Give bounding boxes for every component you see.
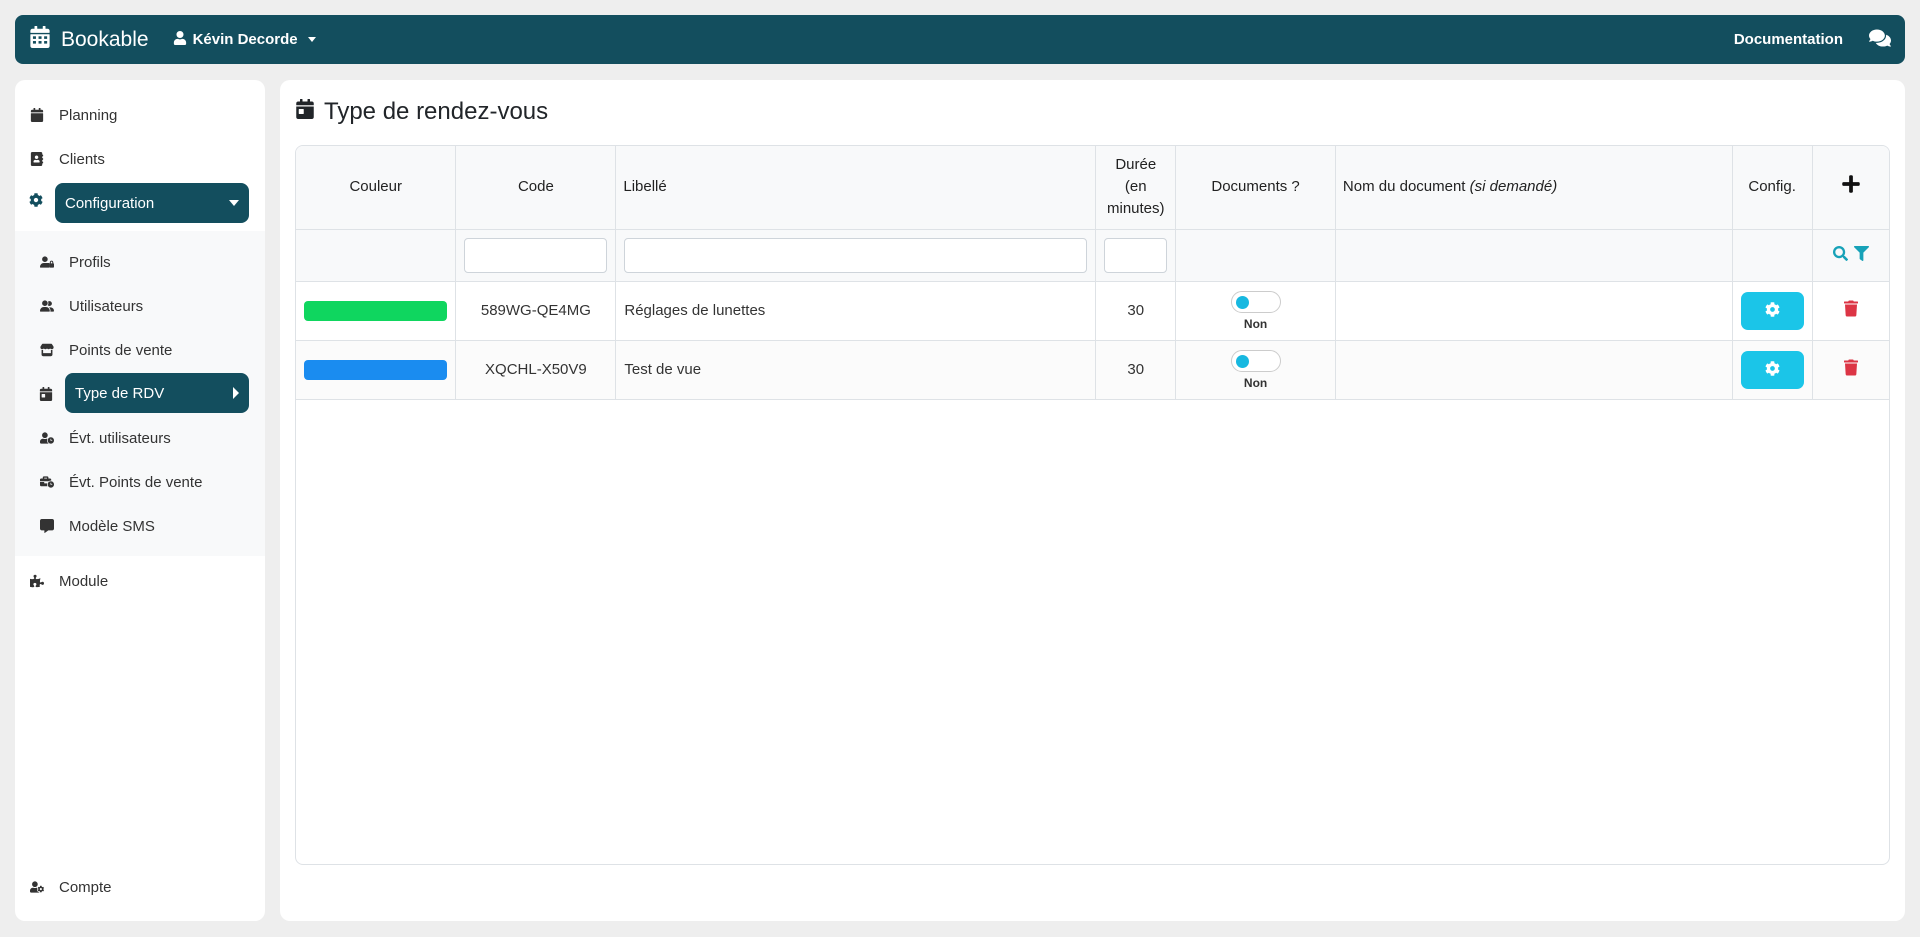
sidebar-item-label: Planning — [59, 106, 118, 124]
sidebar-item-label: Points de vente — [69, 341, 173, 359]
calendar-icon — [29, 25, 51, 54]
filter-icon[interactable] — [1853, 245, 1869, 265]
column-header-config: Config. — [1732, 146, 1813, 230]
sidebar-item-utilisateurs[interactable]: Utilisateurs — [39, 291, 143, 321]
sidebar-item-clients[interactable]: Clients — [29, 144, 105, 174]
puzzle-piece-icon — [29, 573, 45, 589]
caret-down-icon — [307, 37, 316, 42]
user-cog-icon — [29, 879, 45, 895]
sidebar-item-label: Configuration — [65, 194, 155, 212]
sidebar-item-profils[interactable]: Profils — [39, 247, 111, 277]
calendar-day-icon — [39, 387, 55, 403]
store-icon — [39, 342, 55, 358]
sidebar-item-label: Utilisateurs — [69, 297, 144, 315]
comment-icon — [39, 518, 55, 534]
nom-document-cell — [1335, 340, 1733, 400]
duree-cell: 30 — [1095, 281, 1177, 341]
duree-filter-input[interactable] — [1104, 237, 1168, 273]
address-book-icon — [29, 151, 45, 167]
nom-document-cell — [1335, 281, 1733, 341]
sidebar-item-label: Clients — [59, 150, 105, 168]
config-button[interactable] — [1740, 350, 1804, 389]
config-button[interactable] — [1740, 291, 1804, 330]
user-menu-dropdown[interactable]: Kévin Decorde — [173, 30, 316, 49]
sidebar-item-points-de-vente[interactable]: Points de vente — [39, 335, 172, 365]
code-cell: 589WG-QE4MG — [455, 281, 617, 341]
gear-icon — [1765, 360, 1780, 379]
code-filter-input[interactable] — [464, 237, 608, 273]
trash-icon[interactable] — [1843, 359, 1858, 380]
users-icon — [39, 298, 55, 314]
column-header-duree[interactable]: Durée (en minutes) — [1095, 146, 1177, 230]
sidebar-item-label: Type de RDV — [75, 384, 165, 402]
sidebar-item-modele-sms[interactable]: Modèle SMS — [39, 511, 155, 541]
user-icon — [173, 30, 187, 49]
sidebar-item-label: Module — [59, 572, 109, 590]
sidebar: Planning Clients Configuration Profils U… — [15, 80, 265, 921]
duree-cell: 30 — [1095, 340, 1177, 400]
sidebar-item-label: Compte — [59, 878, 112, 896]
user-lock-icon — [39, 254, 55, 270]
add-button[interactable] — [1812, 146, 1889, 230]
column-header-code[interactable]: Code — [455, 146, 617, 230]
filter-row — [296, 229, 1889, 282]
sidebar-item-type-rdv[interactable]: Type de RDV — [65, 373, 249, 413]
sidebar-item-configuration[interactable]: Configuration — [55, 183, 249, 223]
code-cell: XQCHL-X50V9 — [455, 340, 617, 400]
table-row[interactable]: XQCHL-X50V9 Test de vue 30 Non — [296, 340, 1889, 400]
sidebar-item-label: Profils — [69, 253, 111, 271]
documents-toggle[interactable] — [1230, 349, 1281, 372]
user-clock-icon — [39, 430, 55, 446]
search-icon[interactable] — [1832, 245, 1848, 265]
sidebar-item-planning[interactable]: Planning — [29, 100, 117, 130]
column-header-libelle[interactable]: Libellé — [615, 146, 1097, 230]
libelle-cell: Réglages de lunettes — [615, 281, 1097, 341]
appointment-types-table: Couleur Code Libellé Durée (en minutes) … — [295, 145, 1890, 865]
trash-icon[interactable] — [1843, 300, 1858, 321]
calendar-day-icon — [296, 98, 314, 126]
sidebar-item-label: Évt. Points de vente — [69, 473, 203, 491]
column-header-couleur[interactable]: Couleur — [296, 146, 457, 230]
main-panel: Type de rendez-vous Couleur Code Libellé… — [280, 80, 1905, 921]
gear-icon — [29, 193, 45, 209]
page-title-text: Type de rendez-vous — [324, 98, 549, 125]
sidebar-item-evt-points-de-vente[interactable]: Évt. Points de vente — [39, 467, 202, 497]
sidebar-item-evt-utilisateurs[interactable]: Évt. utilisateurs — [39, 423, 171, 453]
table-row[interactable]: 589WG-QE4MG Réglages de lunettes 30 Non — [296, 281, 1889, 341]
gear-icon — [1765, 301, 1780, 320]
comments-icon[interactable] — [1869, 28, 1891, 52]
sidebar-item-label: Évt. utilisateurs — [69, 429, 171, 447]
sidebar-item-module[interactable]: Module — [29, 566, 108, 596]
sidebar-item-label: Modèle SMS — [69, 517, 155, 535]
plus-icon — [1841, 175, 1861, 198]
sidebar-item-compte[interactable]: Compte — [29, 872, 112, 902]
toggle-label: Non — [1243, 316, 1268, 331]
column-header-documents[interactable]: Documents ? — [1175, 146, 1336, 230]
documents-toggle[interactable] — [1230, 290, 1281, 313]
libelle-filter-input[interactable] — [624, 237, 1088, 273]
color-swatch — [304, 359, 448, 380]
business-time-icon — [39, 474, 55, 490]
brand[interactable]: Bookable — [29, 25, 149, 54]
top-navbar: Bookable Kévin Decorde Documentation — [15, 15, 1905, 64]
toggle-label: Non — [1243, 375, 1268, 390]
caret-right-icon — [233, 387, 239, 399]
libelle-cell: Test de vue — [615, 340, 1097, 400]
caret-down-icon — [229, 200, 239, 206]
user-name: Kévin Decorde — [192, 31, 298, 48]
calendar-icon — [29, 107, 45, 123]
color-swatch — [304, 300, 448, 321]
column-header-nom-document[interactable]: Nom du document (si demandé) — [1335, 146, 1733, 230]
page-title: Type de rendez-vous — [296, 98, 548, 126]
brand-name: Bookable — [61, 27, 149, 51]
documentation-link[interactable]: Documentation — [1734, 31, 1843, 48]
